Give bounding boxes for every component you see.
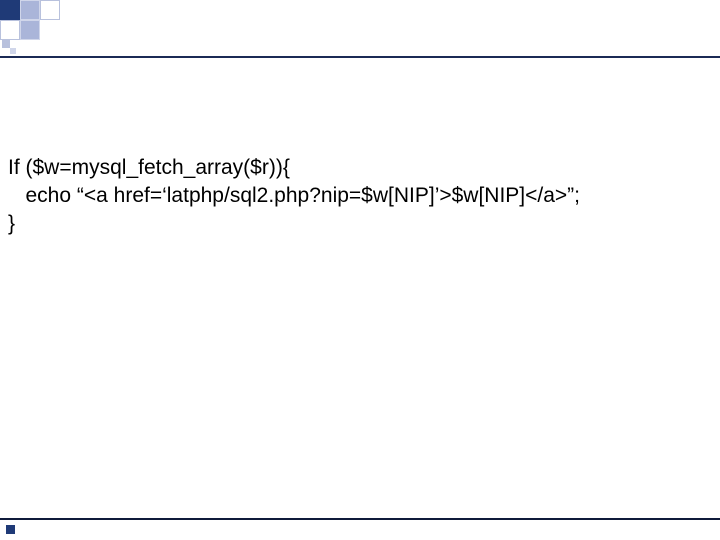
bottom-square-icon	[6, 525, 15, 534]
corner-motif	[0, 0, 160, 60]
code-line-2: echo “<a href=‘latphp/sql2.php?nip=$w[NI…	[8, 182, 712, 210]
code-line-1: If ($w=mysql_fetch_array($r)){	[8, 154, 712, 182]
code-block: If ($w=mysql_fetch_array($r)){ echo “<a …	[8, 154, 712, 238]
code-line-3: }	[8, 210, 712, 238]
top-divider	[0, 56, 720, 58]
bottom-divider	[0, 518, 720, 520]
